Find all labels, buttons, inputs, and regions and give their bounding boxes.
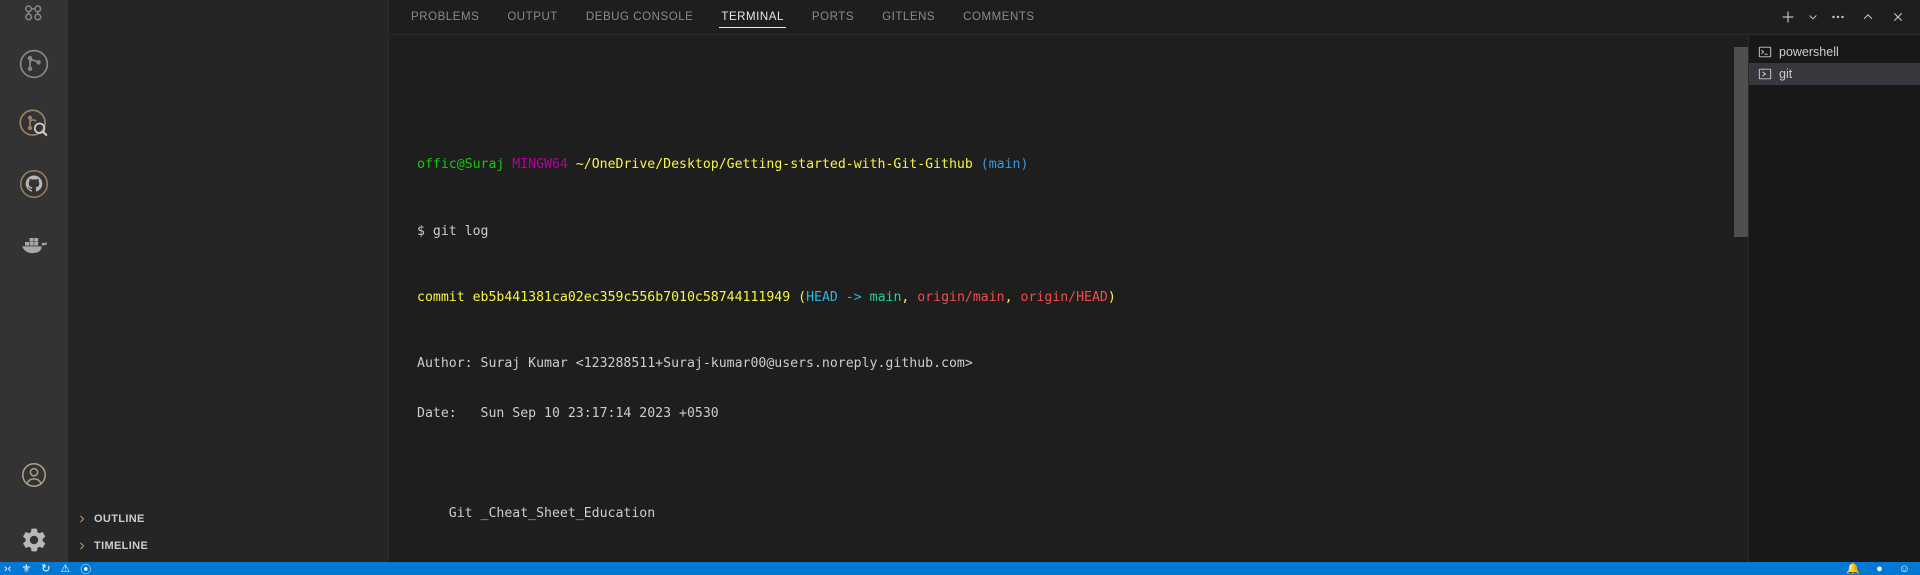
tab-label: TERMINAL — [721, 11, 784, 23]
panel-actions — [1774, 0, 1920, 34]
status-branch-icon[interactable]: ⚜ — [21, 562, 31, 575]
powershell-icon — [1757, 44, 1773, 60]
tab-label: PROBLEMS — [411, 11, 480, 23]
docker-icon[interactable] — [0, 214, 68, 274]
status-bar: ›‹ ⚜ ↻ ⚠ ⦿ 🔔 ● ☺ — [0, 562, 1920, 575]
sidebar: OUTLINE TIMELINE — [68, 0, 388, 575]
chevron-right-icon — [74, 538, 90, 554]
ref-origin-main: origin/main — [917, 289, 1005, 305]
terminal-area: offic@Suraj MINGW64 ~/OneDrive/Desktop/G… — [389, 35, 1920, 575]
source-control-icon[interactable] — [0, 0, 68, 34]
github-icon[interactable] — [0, 154, 68, 214]
more-actions-icon[interactable] — [1824, 3, 1852, 31]
terminal-prompt-line: offic@Suraj MINGW64 ~/OneDrive/Desktop/G… — [417, 157, 1734, 174]
terminal-tab-label: powershell — [1779, 45, 1839, 59]
close-panel-icon[interactable] — [1884, 3, 1912, 31]
commit-hash: eb5b441381ca02ec359c556b7010c58744111949 — [472, 289, 791, 305]
git-graph-icon[interactable] — [0, 34, 68, 94]
prompt-shell: MINGW64 — [512, 157, 568, 173]
sidebar-section-label: OUTLINE — [94, 512, 145, 525]
status-remote-icon[interactable]: ›‹ — [4, 563, 11, 575]
prompt-branch: (main) — [980, 157, 1029, 173]
tab-terminal[interactable]: TERMINAL — [711, 0, 794, 34]
status-ports-icon[interactable]: ⦿ — [80, 562, 91, 575]
panel-header: PROBLEMS OUTPUT DEBUG CONSOLE TERMINAL P… — [389, 0, 1920, 35]
tab-output[interactable]: OUTPUT — [497, 0, 568, 34]
panel-tab-list: PROBLEMS OUTPUT DEBUG CONSOLE TERMINAL P… — [401, 0, 1053, 34]
ref-sep: , — [1004, 289, 1021, 305]
tab-label: PORTS — [811, 11, 855, 23]
terminal-tab-list: powershell git — [1748, 35, 1920, 575]
terminal-tab-label: git — [1779, 67, 1793, 81]
status-sync-icon[interactable]: ↻ — [41, 562, 50, 575]
terminal-tab-git[interactable]: git — [1749, 63, 1920, 85]
terminal-lines: offic@Suraj MINGW64 ~/OneDrive/Desktop/G… — [417, 41, 1734, 575]
terminal-tab-powershell[interactable]: powershell — [1749, 41, 1920, 63]
status-account-icon[interactable]: ● — [1876, 563, 1883, 575]
tab-debug-console[interactable]: DEBUG CONSOLE — [576, 0, 703, 34]
tab-ports[interactable]: PORTS — [802, 0, 864, 34]
terminal-command-line: $ git log — [417, 223, 489, 239]
chevron-right-icon — [74, 511, 90, 527]
vscode-window: OUTLINE TIMELINE PROBLEMS OUTPUT DEBUG C… — [0, 0, 1920, 575]
status-feedback-icon[interactable]: ☺ — [1899, 563, 1910, 575]
prompt-path: ~/OneDrive/Desktop/Getting-started-with-… — [575, 157, 973, 173]
tab-label: COMMENTS — [963, 11, 1035, 23]
terminal-author-line: Author: Suraj Kumar <123288511+Suraj-kum… — [417, 356, 973, 372]
chevron-down-icon[interactable] — [1804, 3, 1822, 31]
commit-label: commit — [417, 289, 465, 305]
sidebar-section-label: TIMELINE — [94, 539, 149, 552]
status-bar-right: 🔔 ● ☺ — [1846, 562, 1920, 575]
tab-label: GITLENS — [882, 11, 936, 23]
bottom-panel: PROBLEMS OUTPUT DEBUG CONSOLE TERMINAL P… — [388, 0, 1920, 575]
terminal-output[interactable]: offic@Suraj MINGW64 ~/OneDrive/Desktop/G… — [389, 35, 1734, 575]
ref-origin-head: origin/HEAD — [1020, 289, 1108, 305]
new-terminal-icon[interactable] — [1774, 3, 1802, 31]
sidebar-section-timeline[interactable]: TIMELINE — [68, 532, 388, 559]
account-icon[interactable] — [0, 445, 68, 505]
tab-gitlens[interactable]: GITLENS — [872, 0, 945, 34]
status-bell-icon[interactable]: 🔔 — [1846, 562, 1860, 575]
ref-head-branch: main — [869, 289, 902, 305]
tab-comments[interactable]: COMMENTS — [953, 0, 1044, 34]
ref-head: HEAD -> — [806, 289, 870, 305]
ref-sep: , — [901, 289, 918, 305]
status-bar-left: ›‹ ⚜ ↻ ⚠ ⦿ — [0, 562, 91, 575]
activity-bar — [0, 0, 68, 575]
refs-open: ( — [798, 289, 807, 305]
terminal-scrollbar-thumb[interactable] — [1734, 47, 1748, 237]
status-error-icon[interactable]: ⚠ — [60, 562, 70, 575]
git-lens-search-icon[interactable] — [0, 94, 68, 154]
tab-label: DEBUG CONSOLE — [585, 11, 694, 23]
git-bash-icon — [1757, 66, 1773, 82]
tab-label: OUTPUT — [507, 11, 558, 23]
prompt-user-host: offic@Suraj — [417, 157, 505, 173]
terminal-commit-line: commit eb5b441381ca02ec359c556b7010c5874… — [417, 290, 1734, 307]
sidebar-section-outline[interactable]: OUTLINE — [68, 505, 388, 532]
terminal-message-line: Git _Cheat_Sheet_Education — [417, 505, 656, 521]
terminal-scrollbar[interactable] — [1734, 35, 1748, 575]
refs-close: ) — [1107, 289, 1116, 305]
terminal-date-line: Date: Sun Sep 10 23:17:14 2023 +0530 — [417, 406, 719, 422]
maximize-panel-icon[interactable] — [1854, 3, 1882, 31]
tab-problems[interactable]: PROBLEMS — [401, 0, 489, 34]
